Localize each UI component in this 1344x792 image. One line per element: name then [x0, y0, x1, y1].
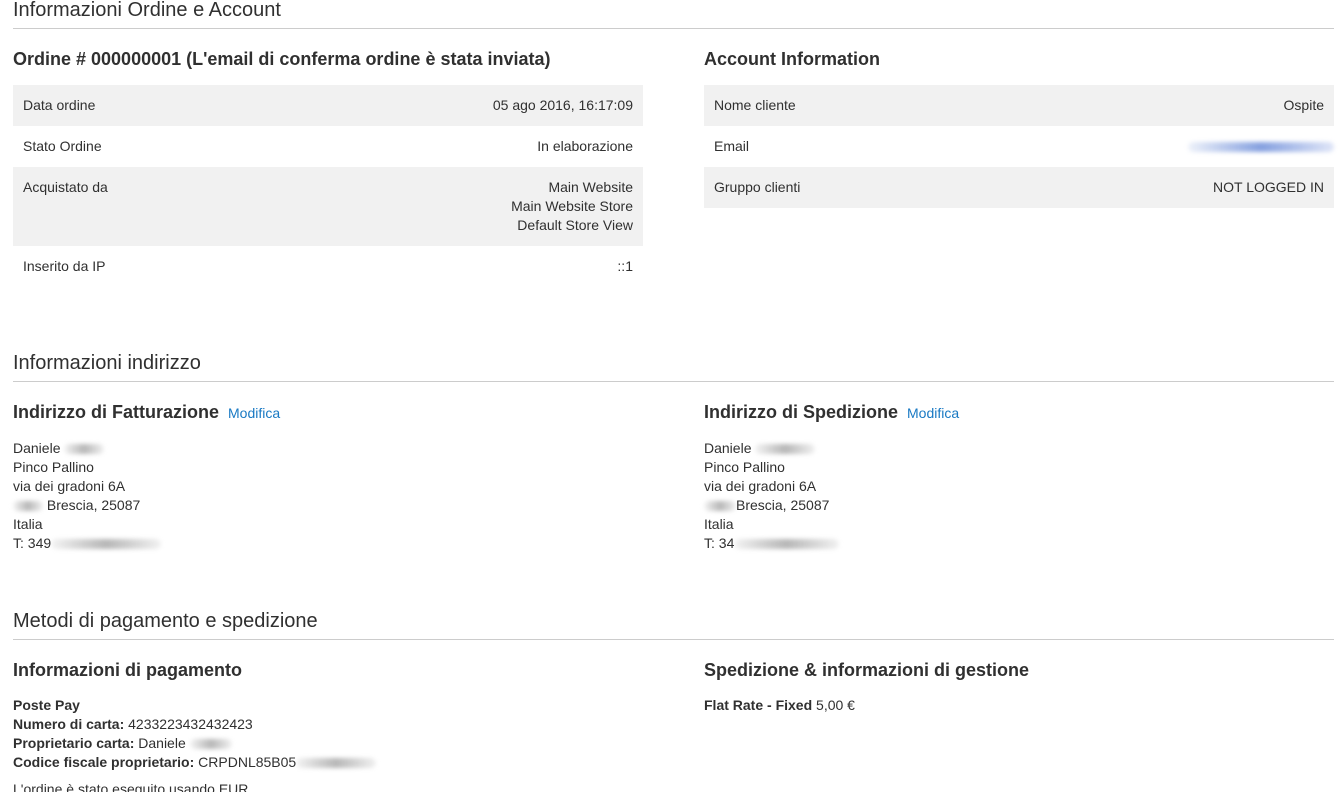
customer-name-value: Ospite: [1283, 97, 1324, 113]
account-info-table: Nome cliente Ospite Email Gruppo clienti…: [704, 85, 1334, 208]
card-owner-label: Proprietario carta:: [13, 735, 135, 751]
payment-information-block: Informazioni di pagamento Poste Pay Nume…: [13, 640, 643, 792]
redacted-tax-code: [296, 758, 377, 769]
shipping-info-title: Spedizione & informazioni di gestione: [704, 659, 1334, 681]
billing-phone: T: 349: [13, 534, 643, 553]
order-date-value: 05 ago 2016, 16:17:09: [492, 97, 633, 113]
billing-address-edit-link[interactable]: Modifica: [228, 402, 280, 424]
redacted-surname: [189, 739, 232, 750]
table-row: Inserito da IP ::1: [13, 246, 643, 287]
billing-street: via dei gradoni 6A: [13, 478, 126, 494]
redacted-phone: [734, 539, 840, 550]
shipping-address-block: Indirizzo di Spedizione Modifica Daniele…: [704, 382, 1334, 553]
table-row: Gruppo clienti NOT LOGGED IN: [704, 167, 1334, 208]
redacted-region: [13, 501, 43, 512]
card-number-label: Numero di carta:: [13, 716, 125, 732]
table-row: Email: [704, 126, 1334, 167]
billing-first-name: Daniele: [13, 440, 61, 456]
address-columns: Indirizzo di Fatturazione Modifica Danie…: [13, 382, 1334, 553]
purchased-from-store-view: Default Store View: [517, 217, 633, 233]
order-date-label: Data ordine: [23, 97, 96, 113]
billing-city: Brescia, 25087: [13, 496, 643, 515]
billing-address-block: Indirizzo di Fatturazione Modifica Danie…: [13, 382, 643, 553]
billing-country: Italia: [13, 516, 43, 532]
payment-shipping-columns: Informazioni di pagamento Poste Pay Nume…: [13, 640, 1334, 792]
email-label: Email: [714, 138, 750, 154]
account-information-block: Account Information Nome cliente Ospite …: [704, 29, 1334, 287]
card-owner-row: Proprietario carta: Daniele: [13, 734, 643, 753]
shipping-first-name: Daniele: [704, 440, 752, 456]
payment-title-text: Informazioni di pagamento: [13, 660, 243, 680]
card-number-value: 4233223432432423: [128, 716, 253, 732]
shipping-method-details: Flat Rate - Fixed 5,00 €: [704, 696, 1334, 715]
redacted-phone: [51, 539, 162, 550]
payment-details: Poste Pay Numero di carta: 4233223432432…: [13, 696, 643, 772]
shipping-country: Italia: [704, 516, 734, 532]
shipping-price: 5,00 €: [816, 697, 855, 713]
table-row: Stato Ordine In elaborazione: [13, 126, 643, 167]
section-title-order-account: Informazioni Ordine e Account: [13, 0, 1334, 29]
table-row: Nome cliente Ospite: [704, 85, 1334, 126]
shipping-method: Flat Rate - Fixed: [704, 697, 813, 713]
shipping-city-zip: Brescia, 25087: [736, 497, 830, 513]
tax-code-row: Codice fiscale proprietario: CRPDNL85B05: [13, 753, 643, 772]
shipping-address: Daniele Pinco Pallino via dei gradoni 6A…: [704, 439, 1334, 553]
currency-note: L'ordine è stato eseguito usando EUR.: [13, 781, 253, 792]
order-info-table: Data ordine 05 ago 2016, 16:17:09 Stato …: [13, 85, 643, 287]
redacted-surname: [755, 444, 816, 455]
customer-group-label: Gruppo clienti: [714, 179, 801, 195]
shipping-city: Brescia, 25087: [704, 496, 1334, 515]
billing-address: Daniele Pinco Pallino via dei gradoni 6A…: [13, 439, 643, 553]
redacted-region: [704, 501, 736, 512]
billing-address-title: Indirizzo di Fatturazione Modifica: [13, 401, 643, 424]
section-title-payment-shipping: Metodi di pagamento e spedizione: [13, 609, 1334, 640]
shipping-street: via dei gradoni 6A: [704, 478, 817, 494]
shipping-phone: T: 34: [704, 534, 1334, 553]
card-owner-value: Daniele: [138, 735, 186, 751]
billing-address-title-text: Indirizzo di Fatturazione: [13, 402, 219, 422]
account-title: Account Information: [704, 48, 1334, 70]
shipping-phone-prefix: T: 34: [704, 535, 735, 551]
payment-method: Poste Pay: [13, 697, 80, 713]
purchased-from-value: Main Website Main Website Store Default …: [262, 167, 643, 246]
shipping-company: Pinco Pallino: [704, 459, 785, 475]
order-account-columns: Ordine # 000000001 (L'email di conferma …: [13, 29, 1334, 287]
tax-code-label: Codice fiscale proprietario:: [13, 754, 195, 770]
customer-name-label: Nome cliente: [714, 97, 796, 113]
placed-from-ip-label: Inserito da IP: [23, 258, 106, 274]
redacted-surname: [64, 444, 105, 455]
email-value[interactable]: [959, 126, 1334, 167]
table-row: Data ordine 05 ago 2016, 16:17:09: [13, 85, 643, 126]
shipping-info-title-text: Spedizione & informazioni di gestione: [704, 660, 1030, 680]
account-title-text: Account Information: [704, 49, 880, 69]
table-row: Acquistato da Main Website Main Website …: [13, 167, 643, 246]
section-title-address: Informazioni indirizzo: [13, 351, 1334, 382]
shipping-name: Daniele: [704, 439, 1334, 458]
order-title-text: Ordine # 000000001 (L'email di conferma …: [13, 49, 551, 69]
shipping-information-block: Spedizione & informazioni di gestione Fl…: [704, 640, 1334, 792]
shipping-address-title-text: Indirizzo di Spedizione: [704, 402, 899, 422]
billing-company: Pinco Pallino: [13, 459, 94, 475]
billing-phone-prefix: T: 349: [13, 535, 52, 551]
billing-city-zip: Brescia, 25087: [46, 497, 141, 513]
order-view-page: Informazioni Ordine e Account Ordine # 0…: [0, 0, 1344, 792]
purchased-from-label: Acquistato da: [23, 179, 108, 195]
shipping-address-title: Indirizzo di Spedizione Modifica: [704, 401, 1334, 424]
redacted-email: [1188, 142, 1334, 153]
shipping-address-edit-link[interactable]: Modifica: [907, 402, 959, 424]
tax-code-value: CRPDNL85B05: [198, 754, 297, 770]
payment-title: Informazioni di pagamento: [13, 659, 643, 681]
order-information-block: Ordine # 000000001 (L'email di conferma …: [13, 29, 643, 287]
purchased-from-store: Main Website Store: [511, 198, 633, 214]
card-number-row: Numero di carta: 4233223432432423: [13, 715, 643, 734]
order-status-label: Stato Ordine: [23, 138, 102, 154]
billing-name: Daniele: [13, 439, 643, 458]
order-status-value: In elaborazione: [537, 138, 633, 154]
placed-from-ip-value: ::1: [617, 258, 633, 274]
order-title: Ordine # 000000001 (L'email di conferma …: [13, 48, 643, 70]
customer-group-value: NOT LOGGED IN: [1213, 179, 1324, 195]
purchased-from-website: Main Website: [548, 179, 633, 195]
